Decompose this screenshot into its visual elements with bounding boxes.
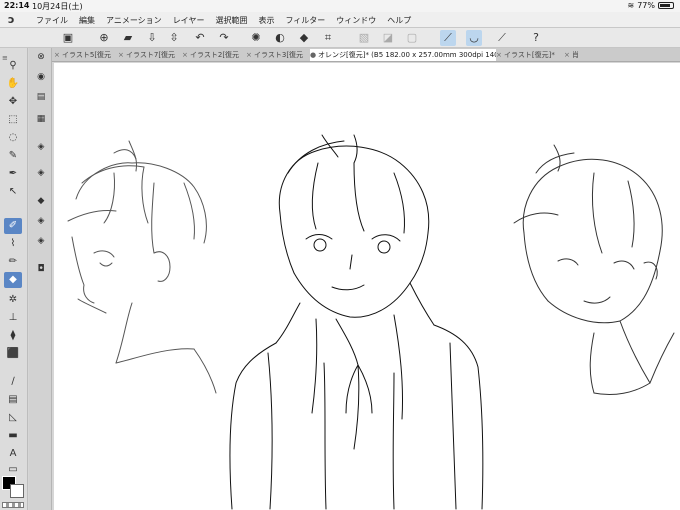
fill-icon[interactable]: ◐ bbox=[272, 30, 288, 46]
menu-animation[interactable]: アニメーション bbox=[106, 15, 162, 26]
airbrush-icon[interactable]: ⌇ bbox=[4, 236, 22, 252]
clip-studio-logo-icon[interactable]: ɔ bbox=[8, 14, 20, 26]
eraser-vector-icon[interactable]: ◈ bbox=[33, 214, 49, 228]
status-time: 22:14 bbox=[4, 1, 30, 10]
menu-bar: ɔ ファイル 編集 アニメーション レイヤー 選択範囲 表示 フィルター ウィン… bbox=[0, 12, 680, 28]
app-window: 22:14 10月24日(土) ≋ 77% ɔ ファイル 編集 アニメーション … bbox=[0, 0, 680, 510]
brush-icon[interactable]: ✐ bbox=[4, 218, 22, 234]
move-icon[interactable]: ✥ bbox=[4, 94, 22, 110]
snap-ruler-icon[interactable]: ⟋ bbox=[440, 30, 456, 46]
sketch-right-head bbox=[513, 144, 675, 396]
loading-icon[interactable]: ✺ bbox=[248, 30, 264, 46]
bucket-icon[interactable]: ◆ bbox=[296, 30, 312, 46]
redo-icon[interactable]: ↷ bbox=[216, 30, 232, 46]
menu-window[interactable]: ウィンドウ bbox=[336, 15, 376, 26]
subtool-palette: ⊗ ◉ ▤ ▦ ◈ ◈ ◆ ◈ ◈ ◘ bbox=[29, 48, 52, 510]
fill-tool-icon[interactable]: ✲ bbox=[4, 292, 22, 308]
menu-view[interactable]: 表示 bbox=[258, 15, 274, 26]
snap-curve-icon[interactable]: ◡ bbox=[466, 30, 482, 46]
wifi-icon: ≋ bbox=[627, 1, 635, 10]
eraser-blend-icon[interactable]: ◈ bbox=[33, 234, 49, 248]
command-bar: ▣ ⊕ ▰ ⇩ ⇳ ↶ ↷ ✺ ◐ ◆ ⌗ ▧ ◪ ▢ ⟋ ◡ ⟋ ? bbox=[0, 28, 680, 48]
drawing-canvas[interactable] bbox=[54, 63, 680, 510]
sketch-left-head bbox=[67, 140, 217, 394]
stack-icon[interactable]: ◈ bbox=[33, 140, 49, 154]
status-right: ≋ 77% bbox=[628, 1, 674, 10]
copy-icon[interactable]: ◉ bbox=[33, 70, 49, 84]
lasso-icon[interactable]: ◌ bbox=[4, 130, 22, 146]
menu-selection[interactable]: 選択範囲 bbox=[215, 15, 247, 26]
tab-illust5[interactable]: × イラスト5[復元 bbox=[54, 49, 118, 61]
text-icon[interactable]: A bbox=[4, 446, 22, 462]
invert-icon[interactable]: ▢ bbox=[404, 30, 420, 46]
menu-items: ファイル 編集 アニメーション レイヤー 選択範囲 表示 フィルター ウィンドウ… bbox=[36, 15, 411, 26]
gradient-tool-icon[interactable]: ▬ bbox=[4, 428, 22, 444]
new-file-icon[interactable]: ⊕ bbox=[96, 30, 112, 46]
clip-studio-icon[interactable]: ▣ bbox=[60, 30, 76, 46]
background-color[interactable] bbox=[10, 484, 24, 498]
tab-illust7[interactable]: × イラスト7[復元 bbox=[118, 49, 182, 61]
chevron-icon[interactable]: ⇳ bbox=[166, 30, 182, 46]
pencil-icon[interactable]: ↖ bbox=[4, 184, 22, 200]
menu-file[interactable]: ファイル bbox=[36, 15, 68, 26]
status-bar: 22:14 10月24日(土) ≋ 77% bbox=[0, 0, 680, 12]
menu-filter[interactable]: フィルター bbox=[285, 15, 325, 26]
help-icon[interactable]: ? bbox=[528, 30, 544, 46]
tab-other[interactable]: × 肖 bbox=[564, 49, 604, 61]
document-tabs: × イラスト5[復元 × イラスト7[復元 × イラスト2[復元 × イラスト3[復元 … bbox=[52, 48, 680, 62]
shape-icon[interactable]: ◺ bbox=[4, 410, 22, 426]
eraser-sub-icon[interactable]: ◆ bbox=[33, 194, 49, 208]
transform-icon[interactable]: ◪ bbox=[380, 30, 396, 46]
layers-icon[interactable]: ▤ bbox=[33, 90, 49, 104]
menu-layer[interactable]: レイヤー bbox=[173, 15, 205, 26]
blend-icon[interactable]: ✏ bbox=[4, 254, 22, 270]
sketch-drawing bbox=[67, 134, 675, 510]
tab-orange[interactable]: ● オレンジ[復元]* (B5 182.00 x 257.00mm 300dpi … bbox=[310, 49, 496, 61]
eyedropper-icon[interactable]: ✎ bbox=[4, 148, 22, 164]
undo-icon[interactable]: ↶ bbox=[192, 30, 208, 46]
clear-icon[interactable]: ▧ bbox=[356, 30, 372, 46]
tab-illust2[interactable]: × イラスト2[復元 bbox=[182, 49, 246, 61]
transparent-color[interactable] bbox=[2, 502, 24, 508]
gradient-icon[interactable]: ⊥ bbox=[4, 310, 22, 326]
edit-ruler-icon[interactable]: ⟋ bbox=[494, 30, 510, 46]
battery-percent: 77% bbox=[637, 1, 655, 10]
open-icon[interactable]: ▰ bbox=[120, 30, 136, 46]
ruler-icon[interactable]: ∕ bbox=[4, 374, 22, 390]
status-date: 10月24日(土) bbox=[32, 2, 83, 11]
menu-help[interactable]: ヘルプ bbox=[387, 15, 411, 26]
merge-icon[interactable]: ▦ bbox=[33, 112, 49, 126]
tab-illust[interactable]: × イラスト[復元]* bbox=[496, 49, 564, 61]
select-icon[interactable]: ⬚ bbox=[4, 112, 22, 128]
stack2-icon[interactable]: ◈ bbox=[33, 166, 49, 180]
eraser-icon[interactable]: ◆ bbox=[4, 272, 22, 288]
sketch-center-figure bbox=[229, 134, 484, 510]
menu-edit[interactable]: 編集 bbox=[79, 15, 95, 26]
zoom-icon[interactable]: ⚲ bbox=[4, 58, 22, 74]
close-icon[interactable]: ⊗ bbox=[33, 50, 49, 64]
frame-icon[interactable]: ▤ bbox=[4, 392, 22, 408]
crop-icon[interactable]: ⌗ bbox=[320, 30, 336, 46]
tab-illust3[interactable]: × イラスト3[復元 bbox=[246, 49, 310, 61]
save-icon[interactable]: ⇩ bbox=[144, 30, 160, 46]
hand-icon[interactable]: ✋ bbox=[4, 76, 22, 92]
pen-icon[interactable]: ✒ bbox=[4, 166, 22, 182]
camera-icon[interactable]: ◘ bbox=[33, 262, 49, 276]
battery-icon bbox=[658, 2, 674, 9]
bucket-tool-icon[interactable]: ⬛ bbox=[4, 346, 22, 362]
tool-palette: ≡ ⚲ ✋ ✥ ⬚ ◌ ✎ ✒ ↖ ✐ ⌇ ✏ ◆ ✲ ⊥ ⧫ ⬛ ∕ ▤ ◺ … bbox=[0, 48, 28, 510]
figure-icon[interactable]: ⧫ bbox=[4, 328, 22, 344]
color-swatches bbox=[0, 470, 28, 510]
